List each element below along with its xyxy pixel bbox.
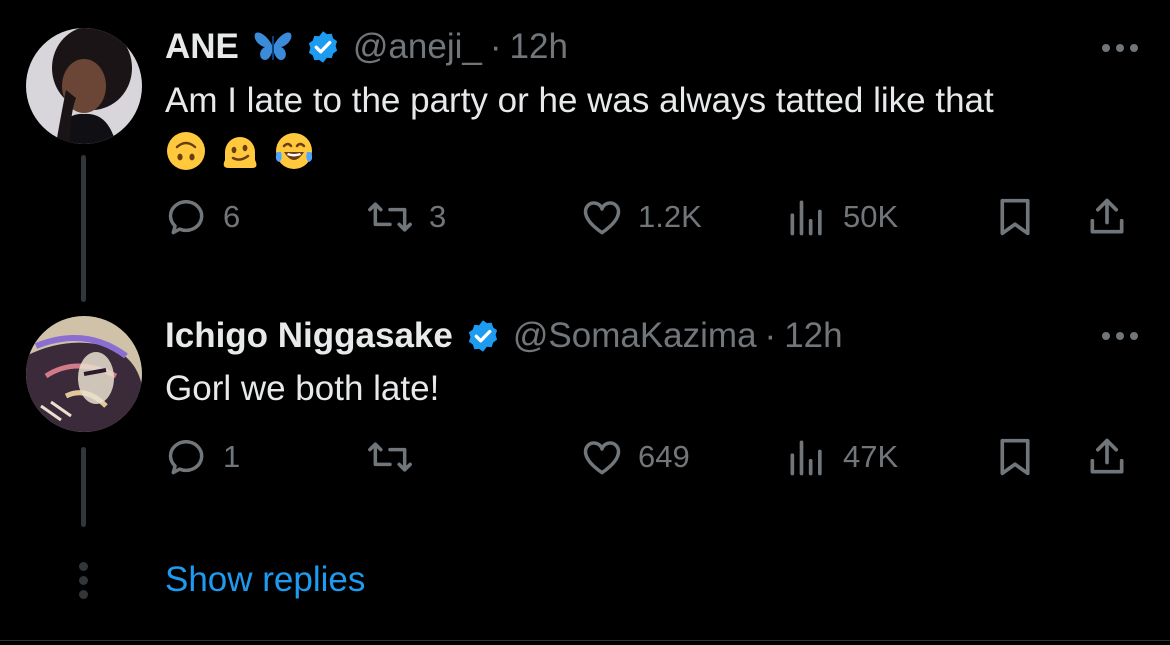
- thread-line: [81, 155, 86, 302]
- bookmark-button[interactable]: [995, 195, 1035, 239]
- like-count: 1.2K: [638, 199, 702, 234]
- face-with-tears-of-joy-icon: [273, 130, 315, 184]
- user-handle[interactable]: @aneji_: [353, 27, 482, 67]
- tweet-actions: 6 3 1.2K 50K: [165, 195, 1140, 245]
- retweet-button[interactable]: 3: [365, 195, 446, 239]
- avatar-somakazima[interactable]: [26, 316, 142, 432]
- display-name[interactable]: Ichigo Niggasake: [165, 316, 453, 356]
- avatar-ane[interactable]: [26, 28, 142, 144]
- heart-icon: [583, 201, 621, 235]
- view-count: 47K: [843, 439, 899, 474]
- views-button[interactable]: 47K: [785, 435, 898, 479]
- retweet-icon: [368, 442, 412, 472]
- share-button[interactable]: [1085, 195, 1129, 239]
- more-options-icon[interactable]: [1102, 332, 1138, 340]
- retweet-icon: [368, 202, 412, 232]
- separator-dot: ·: [764, 316, 777, 355]
- reply-icon: [168, 440, 204, 475]
- reply-button[interactable]: 6: [165, 195, 240, 239]
- like-button[interactable]: 649: [580, 435, 690, 479]
- tweet-body: Am I late to the party or he was always …: [165, 81, 994, 120]
- bookmark-icon: [1000, 198, 1030, 236]
- heart-icon: [583, 441, 621, 475]
- like-count: 649: [638, 439, 690, 474]
- tweet-body: Gorl we both late!: [165, 369, 440, 408]
- timestamp[interactable]: 12h: [784, 316, 842, 356]
- tweet-text: Am I late to the party or he was always …: [165, 78, 1135, 184]
- like-button[interactable]: 1.2K: [580, 195, 702, 239]
- thread-line: [81, 447, 86, 527]
- tweet-header: ANE @aneji_ · 12h: [165, 24, 568, 70]
- bookmark-icon: [1000, 438, 1030, 476]
- views-icon: [790, 200, 822, 236]
- upside-down-face-icon: [165, 130, 207, 184]
- retweet-button[interactable]: [365, 435, 429, 479]
- emoji-row: [165, 130, 1135, 184]
- verified-badge-icon[interactable]: [465, 318, 501, 354]
- divider: [0, 640, 1170, 641]
- views-icon: [790, 440, 822, 476]
- separator-dot: ·: [489, 27, 502, 66]
- retweet-count: 3: [429, 199, 447, 234]
- show-replies-link[interactable]: Show replies: [165, 560, 365, 600]
- tweet-text: Gorl we both late!: [165, 366, 1135, 412]
- butterfly-icon: [253, 30, 293, 64]
- view-count: 50K: [843, 199, 899, 234]
- bookmark-button[interactable]: [995, 435, 1035, 479]
- views-button[interactable]: 50K: [785, 195, 898, 239]
- verified-badge-icon[interactable]: [305, 29, 341, 65]
- share-button[interactable]: [1085, 435, 1129, 479]
- share-icon: [1090, 198, 1124, 234]
- user-handle[interactable]: @SomaKazima: [513, 316, 757, 356]
- melting-face-icon: [219, 130, 261, 184]
- timestamp[interactable]: 12h: [510, 27, 568, 67]
- more-options-icon[interactable]: [1102, 44, 1138, 52]
- share-icon: [1090, 438, 1124, 474]
- tweet-actions: 1 649 47K: [165, 435, 1140, 485]
- reply-count: 6: [223, 199, 241, 234]
- thread-continuation-dots-icon: [79, 562, 88, 599]
- reply-count: 1: [223, 439, 241, 474]
- reply-icon: [168, 200, 204, 235]
- tweet-header: Ichigo Niggasake @SomaKazima · 12h: [165, 313, 843, 359]
- display-name[interactable]: ANE: [165, 27, 239, 67]
- reply-button[interactable]: 1: [165, 435, 240, 479]
